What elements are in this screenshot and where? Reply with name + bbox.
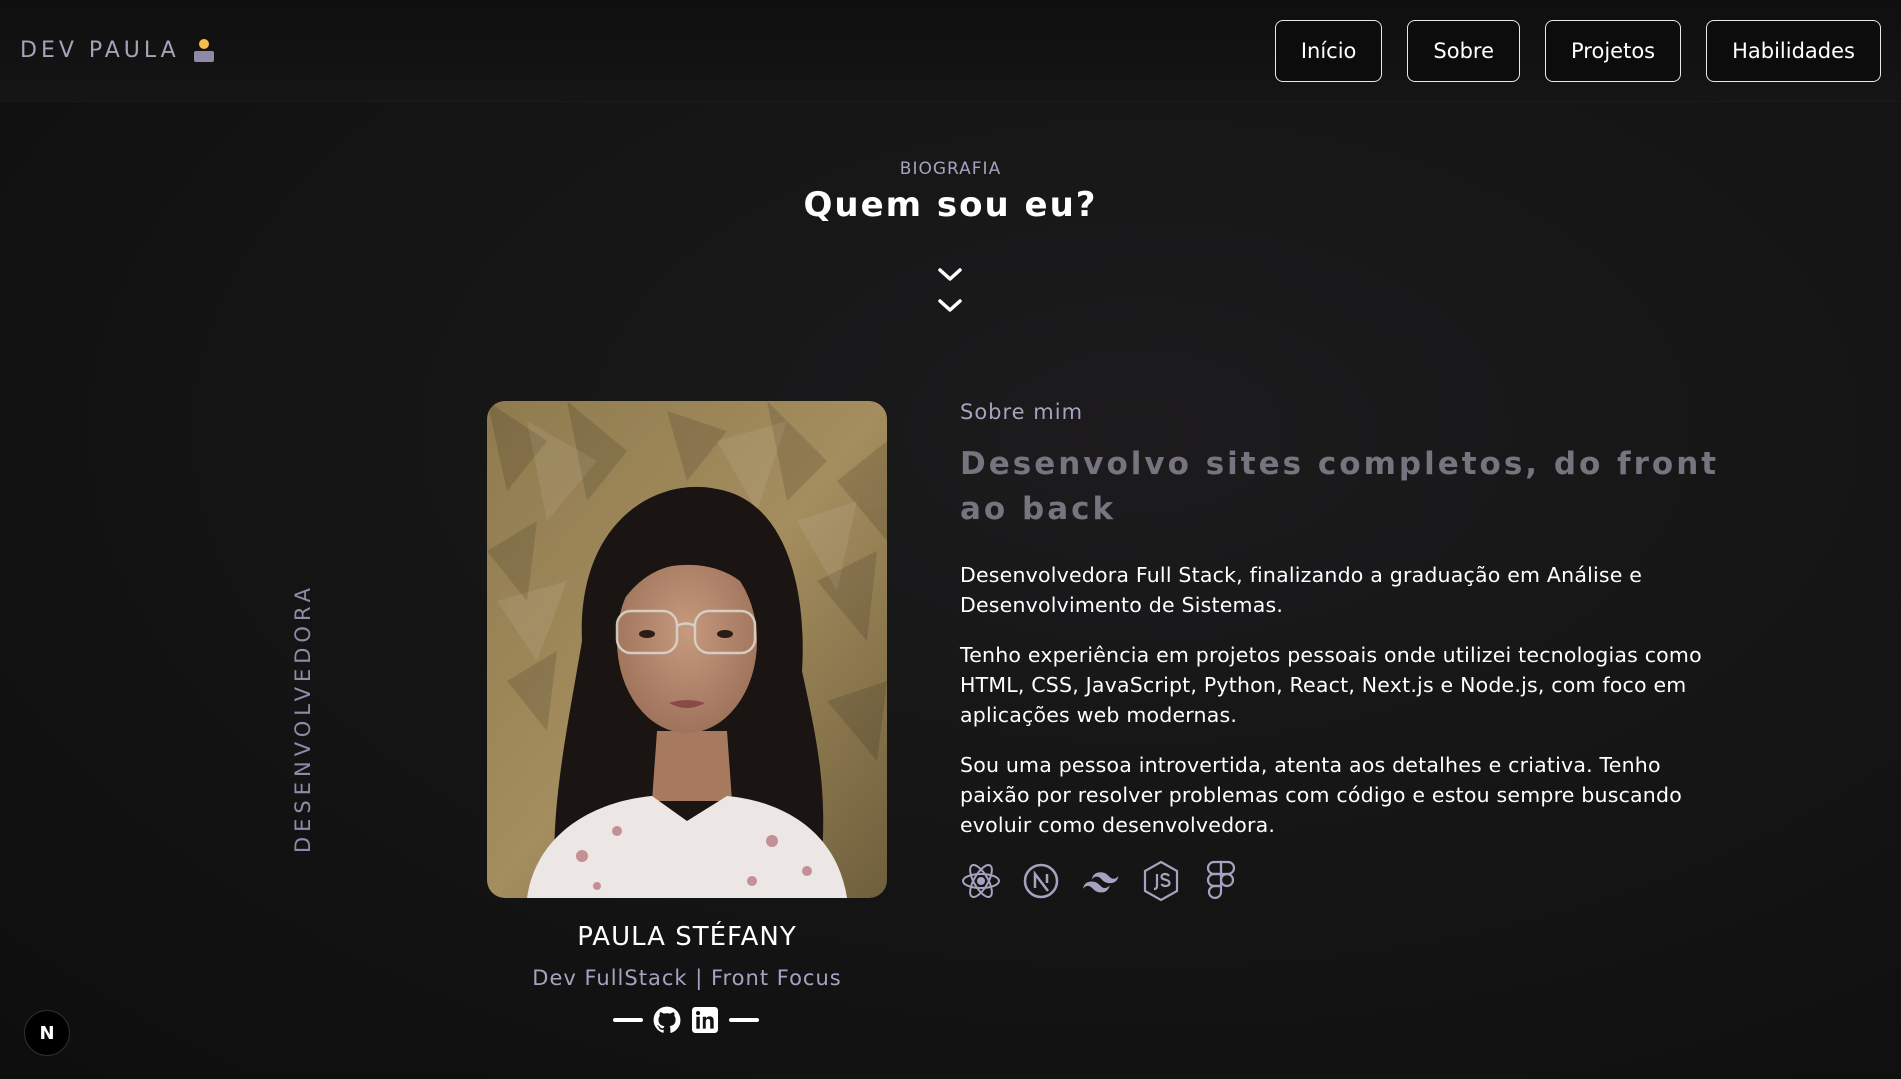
tailwind-icon <box>1080 860 1121 901</box>
brand-logo[interactable]: DEV PAULA <box>20 38 216 63</box>
technologist-emoji-icon <box>192 38 216 63</box>
tech-icons <box>960 860 1735 901</box>
main-nav: Início Sobre Projetos Habilidades <box>1274 20 1881 82</box>
about-paragraph: Sou uma pessoa introvertida, atenta aos … <box>960 753 1682 837</box>
nav-habilidades-button[interactable]: Habilidades <box>1706 20 1881 82</box>
react-icon <box>960 860 1001 901</box>
site-header: DEV PAULA Início Sobre Projetos Habilida… <box>0 0 1901 102</box>
github-icon[interactable] <box>653 1006 681 1034</box>
brand-text: DEV PAULA <box>20 38 180 63</box>
section-eyebrow: BIOGRAFIA <box>899 159 1002 179</box>
nav-sobre-button[interactable]: Sobre <box>1407 20 1521 82</box>
about-headline: Desenvolvo sites completos, do front ao … <box>960 446 1720 527</box>
next-dev-badge[interactable]: N <box>24 1010 70 1056</box>
double-chevron-down-icon[interactable] <box>933 262 967 320</box>
nav-inicio-button[interactable]: Início <box>1274 20 1383 82</box>
profile-role: Dev FullStack | Front Focus <box>532 966 842 990</box>
nodejs-icon <box>1140 860 1181 901</box>
profile-photo <box>487 401 887 898</box>
linkedin-icon[interactable] <box>691 1006 719 1034</box>
figma-icon <box>1200 860 1241 901</box>
about-paragraph: Tenho experiência em projetos pessoais o… <box>960 643 1702 727</box>
nav-projetos-button[interactable]: Projetos <box>1545 20 1682 82</box>
vertical-side-label: DESENVOLVEDORA <box>291 582 315 854</box>
page: DEV PAULA Início Sobre Projetos Habilida… <box>0 0 1901 1079</box>
divider-dash <box>729 1018 759 1022</box>
about-paragraph: Desenvolvedora Full Stack, finalizando a… <box>960 563 1643 617</box>
social-links <box>613 1005 759 1035</box>
about-label: Sobre mim <box>960 400 1084 424</box>
about-section: Sobre mim Desenvolvo sites completos, do… <box>960 400 1735 901</box>
profile-name: PAULA STÉFANY <box>577 922 797 952</box>
divider-dash <box>613 1018 643 1022</box>
section-title: Quem sou eu? <box>803 185 1098 225</box>
nextjs-icon <box>1020 860 1061 901</box>
